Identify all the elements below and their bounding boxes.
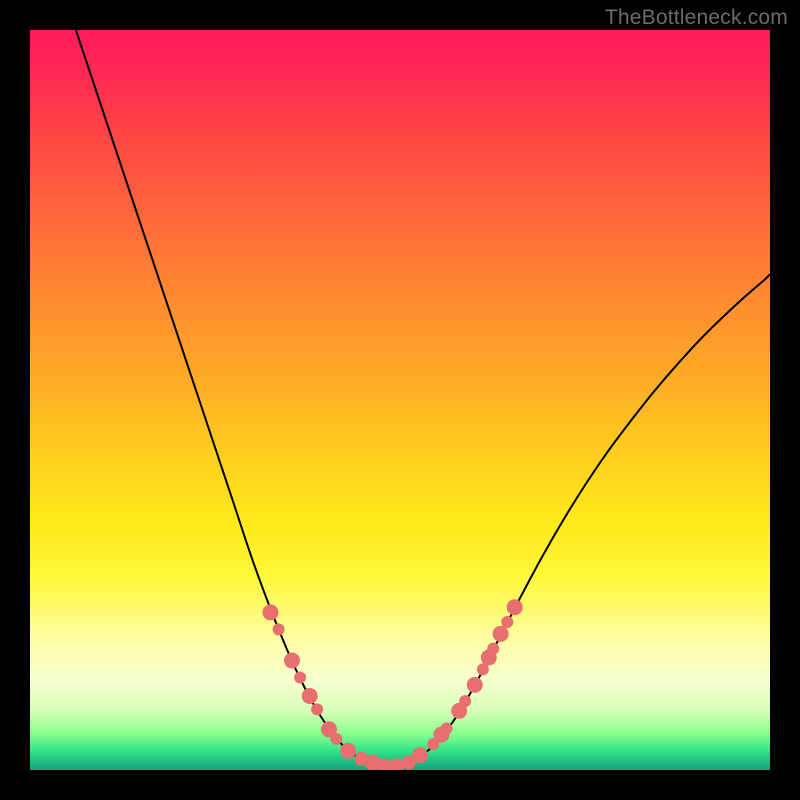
highlight-dot [441, 723, 453, 735]
curve-layer [30, 30, 770, 770]
highlight-dot [284, 652, 300, 668]
highlight-dots [263, 599, 523, 770]
highlight-dot [263, 604, 279, 620]
highlight-dot [507, 599, 523, 615]
plot-area [30, 30, 770, 770]
highlight-dot [388, 758, 404, 770]
highlight-dot [412, 747, 428, 763]
bottleneck-curve-path [76, 30, 770, 766]
bottleneck-curve [76, 30, 770, 766]
watermark-label: TheBottleneck.com [605, 6, 788, 30]
highlight-dot [340, 743, 356, 759]
highlight-dot [311, 703, 323, 715]
highlight-dot [459, 695, 471, 707]
highlight-dot [294, 672, 306, 684]
chart-frame: TheBottleneck.com [0, 0, 800, 800]
highlight-dot [493, 626, 509, 642]
highlight-dot [302, 688, 318, 704]
highlight-dot [467, 677, 483, 693]
highlight-dot [501, 616, 513, 628]
highlight-dot [273, 623, 285, 635]
highlight-dot [487, 643, 499, 655]
highlight-dot [330, 733, 342, 745]
